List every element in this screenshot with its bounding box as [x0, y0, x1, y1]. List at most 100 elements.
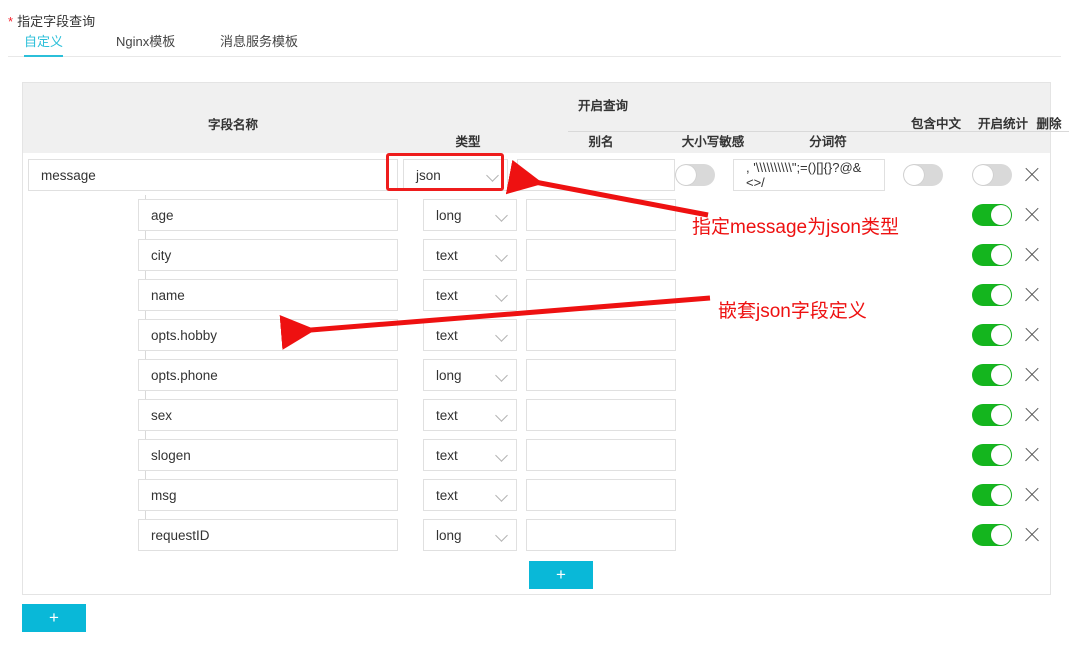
annotation-json-type: 指定message为json类型 [692, 217, 899, 238]
tab-custom[interactable]: 自定义 [24, 31, 64, 57]
toggle-knob [991, 365, 1011, 385]
alias-input[interactable] [526, 439, 676, 471]
type-select-value: text [436, 407, 458, 423]
header-case-sensitive: 大小写敏感 [681, 135, 745, 149]
type-select-value: text [436, 247, 458, 263]
tab-bar: 自定义 Nginx模板 消息服务模板 [0, 31, 1069, 57]
delete-row-button[interactable] [1023, 406, 1041, 424]
type-select-value: text [436, 327, 458, 343]
delete-row-button[interactable] [1023, 366, 1041, 384]
type-select-value: text [436, 487, 458, 503]
case-sensitive-toggle-root[interactable] [675, 164, 715, 186]
table-row: name text [23, 275, 1050, 315]
enable-stats-toggle[interactable] [972, 244, 1012, 266]
alias-input[interactable] [526, 279, 676, 311]
alias-input[interactable] [526, 399, 676, 431]
enable-stats-toggle[interactable] [972, 284, 1012, 306]
add-child-field-button[interactable]: + [529, 561, 593, 589]
field-name-input[interactable]: sex [138, 399, 398, 431]
delete-row-button-root[interactable] [1023, 166, 1041, 184]
chevron-down-icon [487, 169, 499, 181]
toggle-knob [973, 165, 993, 185]
alias-input[interactable] [526, 359, 676, 391]
field-name-input[interactable]: opts.hobby [138, 319, 398, 351]
field-name-input[interactable]: name [138, 279, 398, 311]
chevron-down-icon [496, 529, 508, 541]
type-select[interactable]: text [423, 279, 517, 311]
tab-custom-label: 自定义 [24, 34, 64, 49]
enable-stats-toggle[interactable] [972, 484, 1012, 506]
toggle-knob [991, 485, 1011, 505]
delete-row-button[interactable] [1023, 526, 1041, 544]
chevron-down-icon [496, 209, 508, 221]
enable-stats-toggle[interactable] [972, 524, 1012, 546]
tab-message-service-template[interactable]: 消息服务模板 [220, 31, 298, 56]
delete-row-button[interactable] [1023, 246, 1041, 264]
table-header: 字段名称 开启查询 类型 别名 大小写敏感 分词符 包含中文 开启统计 删除 [23, 83, 1069, 153]
alias-input[interactable] [526, 199, 676, 231]
required-marker: * [8, 14, 14, 29]
tab-message-service-template-label: 消息服务模板 [220, 34, 299, 49]
toggle-knob [904, 165, 924, 185]
enable-stats-toggle[interactable] [972, 204, 1012, 226]
alias-input-root[interactable] [517, 159, 675, 191]
type-select[interactable]: text [423, 479, 517, 511]
alias-input[interactable] [526, 239, 676, 271]
type-select[interactable]: text [423, 319, 517, 351]
type-select[interactable]: long [423, 199, 517, 231]
type-select[interactable]: text [423, 239, 517, 271]
form-label: * 指定字段查询 [8, 11, 95, 30]
enable-stats-toggle[interactable] [972, 324, 1012, 346]
type-select-value: long [436, 527, 462, 543]
tab-nginx-template-label: Nginx模板 [116, 34, 176, 49]
toggle-knob [676, 165, 696, 185]
enable-stats-toggle-root[interactable] [972, 164, 1012, 186]
delete-row-button[interactable] [1023, 326, 1041, 344]
table-row: msg text [23, 475, 1050, 515]
type-select-value: text [436, 447, 458, 463]
toggle-knob [991, 245, 1011, 265]
type-select-root[interactable]: json [403, 159, 508, 191]
type-select[interactable]: long [423, 519, 517, 551]
field-name-input[interactable]: city [138, 239, 398, 271]
delete-row-button[interactable] [1023, 206, 1041, 224]
toggle-knob [991, 205, 1011, 225]
chevron-down-icon [496, 289, 508, 301]
type-select-value: long [436, 207, 462, 223]
field-name-input[interactable]: slogen [138, 439, 398, 471]
table-row-root: message json , '\\\\\\\\\\";=()[]{}?@&<>… [23, 155, 1050, 195]
delete-row-button[interactable] [1023, 286, 1041, 304]
header-delete: 删除 [1036, 117, 1062, 131]
tab-underline [8, 56, 1061, 57]
alias-input[interactable] [526, 319, 676, 351]
type-select-root-value: json [416, 167, 441, 183]
table-row: sex text [23, 395, 1050, 435]
alias-input[interactable] [526, 519, 676, 551]
chevron-down-icon [496, 489, 508, 501]
add-root-field-button[interactable]: + [22, 604, 86, 632]
tokenizer-input-root[interactable]: , '\\\\\\\\\\";=()[]{}?@&<>/ [733, 159, 885, 191]
field-name-input[interactable]: requestID [138, 519, 398, 551]
enable-stats-toggle[interactable] [972, 404, 1012, 426]
delete-row-button[interactable] [1023, 486, 1041, 504]
toggle-knob [991, 445, 1011, 465]
enable-stats-toggle[interactable] [972, 444, 1012, 466]
table-row: opts.phone long [23, 355, 1050, 395]
enable-stats-toggle[interactable] [972, 364, 1012, 386]
type-select[interactable]: text [423, 399, 517, 431]
field-name-input[interactable]: age [138, 199, 398, 231]
field-name-input-root[interactable]: message [28, 159, 398, 191]
field-name-input[interactable]: msg [138, 479, 398, 511]
field-name-input[interactable]: opts.phone [138, 359, 398, 391]
delete-row-button[interactable] [1023, 446, 1041, 464]
page-root: * 指定字段查询 自定义 Nginx模板 消息服务模板 字段名称 开启查询 类型 … [0, 0, 1069, 661]
type-select-value: long [436, 367, 462, 383]
tab-active-indicator [24, 55, 64, 57]
type-select[interactable]: text [423, 439, 517, 471]
chevron-down-icon [496, 409, 508, 421]
annotation-nested-json: 嵌套json字段定义 [718, 301, 867, 322]
contains-chinese-toggle-root[interactable] [903, 164, 943, 186]
type-select[interactable]: long [423, 359, 517, 391]
tab-nginx-template[interactable]: Nginx模板 [116, 31, 175, 56]
alias-input[interactable] [526, 479, 676, 511]
